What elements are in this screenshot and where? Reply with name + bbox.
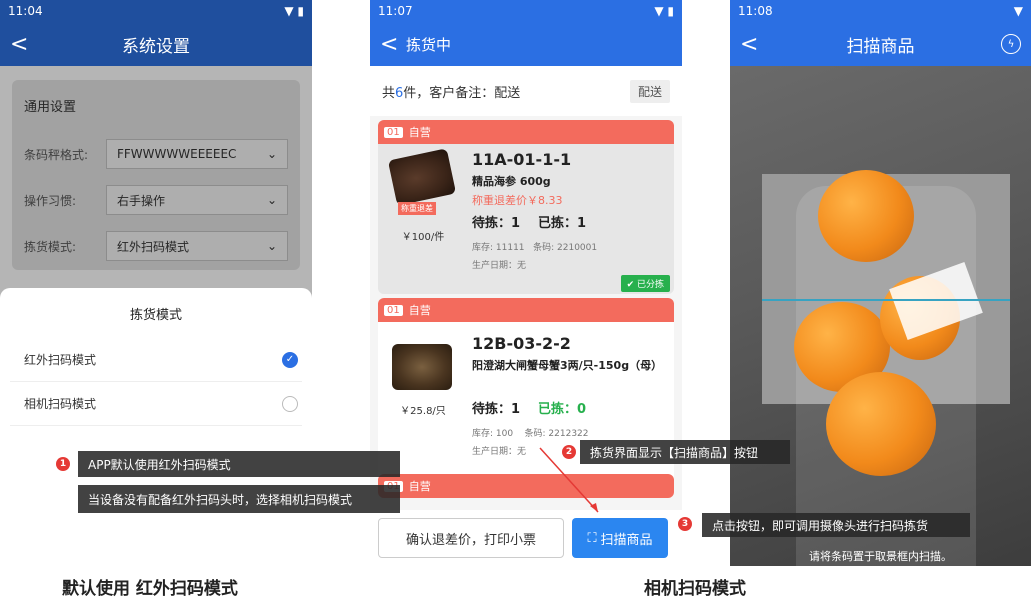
caption-left: 默认使用 红外扫码模式 <box>62 579 238 599</box>
annotation-badge-2: 2 <box>562 445 576 459</box>
callout-3: 点击按钮，即可调用摄像头进行扫码拣货 <box>702 513 970 537</box>
caption-right: 相机扫码模式 <box>644 579 746 599</box>
annotation-arrows <box>539 447 599 513</box>
annotation-badge-3: 3 <box>678 517 692 531</box>
callout-2: 拣货界面显示【扫描商品】按钮 <box>580 440 790 464</box>
